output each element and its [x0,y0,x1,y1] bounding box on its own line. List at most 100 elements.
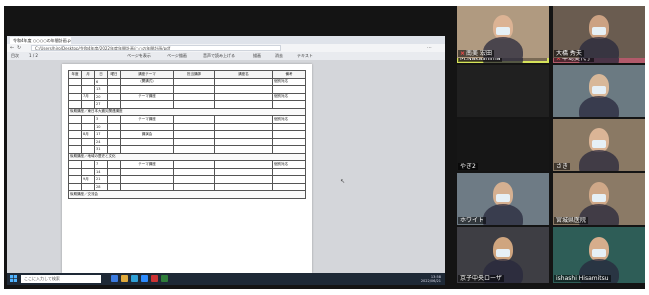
participant-name-label: 大橋 秀夫 [554,50,584,57]
title-cell [214,137,273,146]
teacher-cell [173,130,215,139]
mouse-cursor-icon: ↖ [340,178,346,185]
participant-video-body [579,96,619,117]
theme-cell [120,100,174,109]
pdf-tool-draw-page[interactable]: ページ描画 [167,53,187,59]
taskbar-search-input[interactable]: ここに入力して検索 [21,275,101,283]
participant-name-label: 京子中央ローザ [458,275,504,282]
title-cell [214,85,273,94]
participant-tile[interactable] [553,65,645,117]
header-weekday: 曜日 [107,70,121,79]
note-cell [272,100,306,109]
day-cell: 13 [94,85,108,94]
theme-cell [120,85,174,94]
weekday-cell [107,130,121,139]
theme-cell: テーマ講座 [120,115,174,124]
year-cell [68,92,82,101]
day-cell: 14 [94,167,108,176]
tray-date: 2022/06/21 [420,279,441,283]
edge-browser-icon[interactable] [131,275,138,282]
weekday-cell [107,145,121,154]
participant-tile[interactable]: 京子中央ローザ [457,227,549,283]
note-cell: 個別対応 [272,160,306,169]
address-bar[interactable]: C:/Users/hiro/Desktop/令和4年度/2022年度年間計画/○… [31,45,281,51]
participant-tile[interactable] [457,65,549,117]
day-cell: 27 [94,100,108,109]
day-cell: 3 [94,115,108,124]
month-cell: 7月 [81,92,95,101]
face-mask [496,194,510,203]
task-view-icon[interactable] [111,275,118,282]
weekday-cell [107,85,121,94]
weekday-cell [107,92,121,101]
participant-tile[interactable]: 大橋 秀夫 [553,6,645,58]
pdf-tool-draw[interactable]: 描画 [253,53,261,59]
theme-cell [120,122,174,131]
header-theme: 講座テーマ [120,70,174,79]
schedule-row: 14 [68,167,306,176]
day-cell: 6 [94,77,108,86]
pdf-tool-read-aloud[interactable]: 音声で読み上げる [203,53,235,59]
year-cell [68,160,82,169]
weekday-cell [107,167,121,176]
menu-icon[interactable]: ⋯ [427,44,432,52]
file-explorer-icon[interactable] [121,275,128,282]
participant-name: さき [556,163,569,170]
pdf-tool-text[interactable]: テキスト [297,53,313,59]
participant-tile[interactable]: やぎ2 [457,119,549,171]
participant-name: やぎ2 [460,163,476,170]
teacher-cell [173,167,215,176]
theme-cell: 講演会 [120,130,174,139]
acrobat-icon[interactable] [151,275,158,282]
schedule-header-row: 年度 月 日 曜日 講座テーマ 担当講師 講座名 備考 [68,70,306,79]
schedule-row: 6 (開講式) 個別対応 [68,77,306,86]
face-mask [496,27,510,36]
schedule-section-row: 後期講座／交流会 [68,190,306,199]
note-cell [272,85,306,94]
pdf-document-area[interactable]: 年度 月 日 曜日 講座テーマ 担当講師 講座名 備考 6 (開講式) 個別対応 13… [7,60,445,273]
year-cell [68,122,82,131]
participant-tile[interactable]: 宮城県医院 [553,173,645,225]
header-month: 月 [81,70,95,79]
month-cell [81,122,95,131]
participant-tile[interactable]: ⨯南美 宏田 [457,6,549,58]
participant-name: 南美 宏田 [466,50,492,57]
pdf-tool-erase[interactable]: 消去 [275,53,283,59]
title-cell [214,145,273,154]
schedule-row: 3 テーマ講座 個別対応 [68,115,306,124]
participant-tile[interactable]: ホワイト [457,173,549,225]
year-cell [68,182,82,191]
participant-video-body [483,204,523,225]
teacher-cell [173,77,215,86]
zoom-app-icon[interactable] [141,275,148,282]
browser-toolbar: ← ↻ C:/Users/hiro/Desktop/令和4年度/2022年度年間… [7,44,445,52]
participant-tile[interactable]: ishashi Hisamitsu [553,227,645,283]
year-cell [68,77,82,86]
schedule-row: 7月 20 テーマ講座 個別対応 [68,92,306,101]
face-mask [592,86,606,95]
participant-name: ホワイト [460,217,485,224]
pdf-tool-view[interactable]: ページを表示 [127,53,151,59]
system-tray-clock[interactable]: 13:58 2022/06/21 [421,275,441,283]
header-note: 備考 [272,70,306,79]
section-title: 後期講座／東日本大震災関連講座 [68,107,306,116]
face-mask [592,140,606,149]
note-cell [272,175,306,184]
back-icon[interactable]: ← [10,44,14,52]
windows-start-icon[interactable] [10,275,17,282]
schedule-row: 7 テーマ講座 個別対応 [68,160,306,169]
participant-tile[interactable]: さき [553,119,645,171]
schedule-row: 8月 17 講演会 [68,130,306,139]
note-cell [272,182,306,191]
browser-tab-bar: 令和4年度 ○○○○の年間計画.pdf [7,36,445,44]
title-cell [214,160,273,169]
browser-tab[interactable]: 令和4年度 ○○○○の年間計画.pdf [10,37,71,44]
pdf-tool-toc[interactable]: 目次 [11,53,19,59]
teacher-cell [173,85,215,94]
theme-cell [120,175,174,184]
month-cell [81,137,95,146]
note-cell [272,145,306,154]
excel-icon[interactable] [161,275,168,282]
refresh-icon[interactable]: ↻ [17,44,21,52]
title-cell [214,100,273,109]
